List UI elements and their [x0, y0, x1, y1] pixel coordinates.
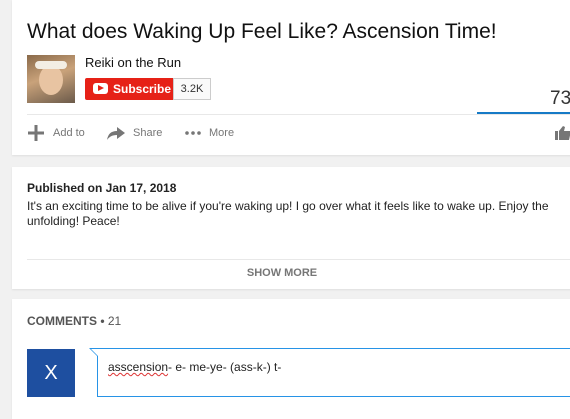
- show-more-button[interactable]: SHOW MORE: [12, 267, 552, 279]
- comments-section: COMMENTS • 21 X asscension- e- me-ye- (a…: [12, 299, 570, 419]
- comments-label: COMMENTS: [27, 314, 97, 328]
- comment-draft-text: asscension- e- me-ye- (ass-k-) t-: [108, 360, 281, 374]
- view-count: 73: [550, 88, 570, 109]
- comments-count: 21: [107, 314, 122, 328]
- channel-name[interactable]: Reiki on the Run: [85, 55, 181, 70]
- published-date: Published on Jan 17, 2018: [27, 181, 177, 195]
- divider: [27, 259, 570, 260]
- draft-rest: - e- me-ye- (ass-k-) t-: [168, 360, 282, 374]
- description-card: Published on Jan 17, 2018 It's an exciti…: [12, 167, 570, 289]
- video-info-card: What does Waking Up Feel Like? Ascension…: [12, 0, 570, 155]
- add-to-label: Add to: [53, 127, 85, 139]
- subscribe-label: Subscribe: [113, 82, 172, 96]
- youtube-logo-icon: [93, 83, 108, 94]
- more-label: More: [209, 127, 235, 139]
- plus-icon: [28, 125, 44, 141]
- misspelled-word: asscension: [108, 360, 169, 374]
- like-icon[interactable]: [555, 126, 570, 140]
- share-label: Share: [133, 127, 163, 139]
- divider: [27, 114, 570, 115]
- share-arrow-icon: [107, 127, 125, 140]
- more-dots-icon: [185, 131, 201, 135]
- channel-avatar[interactable]: [27, 55, 75, 103]
- comment-input[interactable]: asscension- e- me-ye- (ass-k-) t-: [89, 348, 570, 397]
- comments-heading: COMMENTS • 21: [27, 314, 122, 328]
- description-text: It's an exciting time to be alive if you…: [27, 199, 549, 228]
- subscribe-button[interactable]: Subscribe: [85, 78, 185, 100]
- video-title: What does Waking Up Feel Like? Ascension…: [27, 20, 497, 43]
- subscriber-count: 3.2K: [173, 78, 211, 100]
- user-avatar: X: [27, 349, 75, 397]
